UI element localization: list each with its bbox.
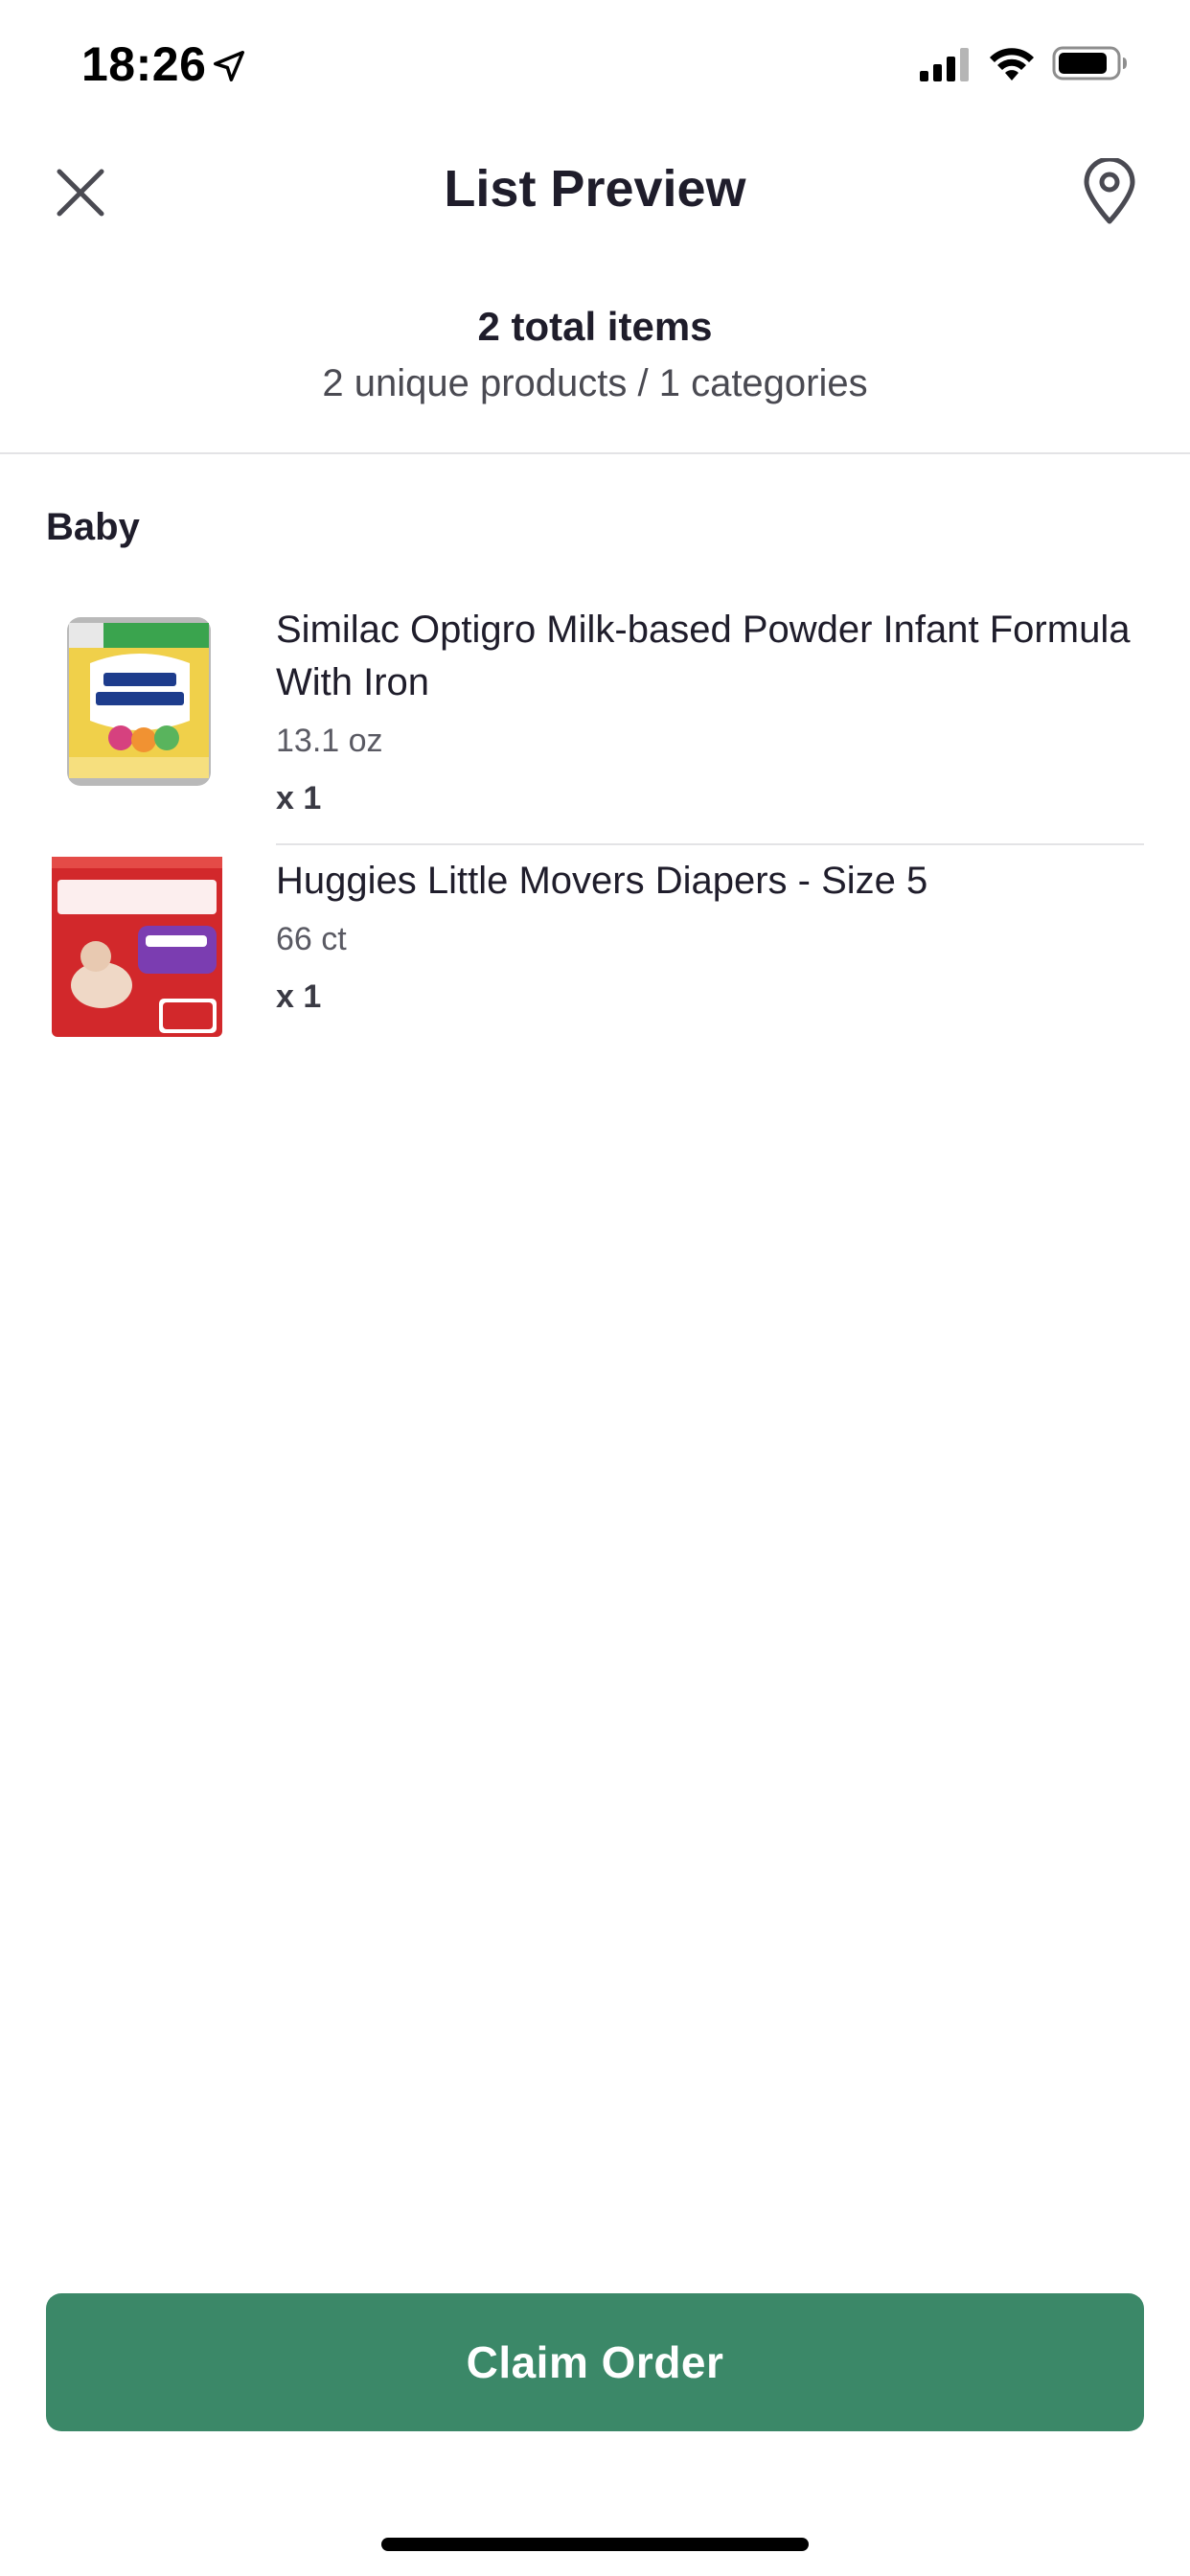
- home-indicator[interactable]: [381, 2538, 809, 2551]
- item-size: 66 ct: [276, 921, 347, 957]
- item-name: Huggies Little Movers Diapers - Size 5: [276, 860, 928, 902]
- location-arrow-icon: [214, 51, 244, 81]
- products-categories-count: 2 unique products / 1 categories: [322, 362, 868, 404]
- page-title: List Preview: [444, 160, 746, 218]
- item-quantity: x 1: [276, 780, 322, 816]
- cellular-signal-icon: [920, 48, 969, 81]
- formula-can-image: [67, 617, 211, 786]
- category-heading: Baby: [46, 506, 140, 548]
- list-item[interactable]: Similac Optigro Milk-based Powder Infant…: [0, 594, 1190, 845]
- claim-order-button[interactable]: Claim Order: [46, 2293, 1144, 2431]
- list-item[interactable]: Huggies Little Movers Diapers - Size 5 6…: [0, 845, 1190, 1056]
- status-bar: 18:26: [0, 0, 1190, 128]
- nav-bar: List Preview: [0, 128, 1190, 253]
- item-size: 13.1 oz: [276, 723, 383, 759]
- diaper-box-image: [52, 857, 222, 1037]
- section-divider: [0, 452, 1190, 454]
- location-button[interactable]: [1073, 155, 1146, 228]
- item-details: Huggies Little Movers Diapers - Size 5 6…: [276, 855, 1144, 1021]
- item-name: Similac Optigro Milk-based Powder Infant…: [276, 609, 1131, 703]
- battery-icon: [1052, 46, 1127, 80]
- wifi-icon: [990, 48, 1034, 80]
- total-items-count: 2 total items: [477, 304, 713, 349]
- item-quantity: x 1: [276, 978, 322, 1015]
- item-details: Similac Optigro Milk-based Powder Infant…: [276, 604, 1144, 822]
- list-preview-screen: 18:26 List Preview 2 total items 2 uniqu…: [0, 0, 1190, 2576]
- map-pin-icon: [1084, 158, 1135, 224]
- list-summary: 2 total items 2 unique products / 1 cate…: [0, 297, 1190, 410]
- status-time: 18:26: [81, 37, 207, 91]
